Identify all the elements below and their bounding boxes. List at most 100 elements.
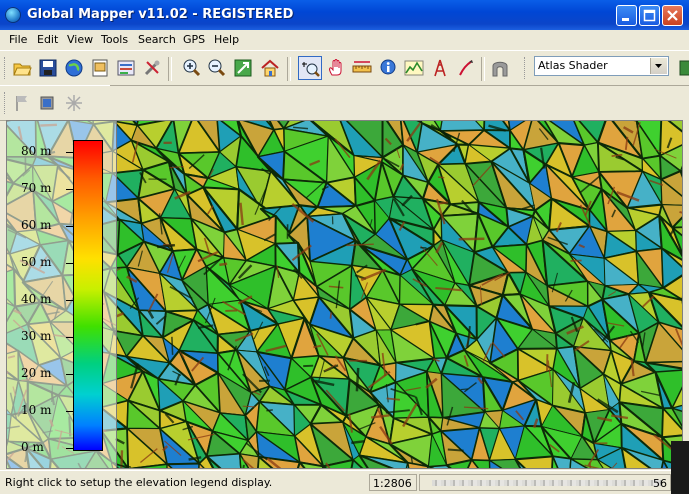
legend-label: 0 m [21, 440, 44, 454]
feature-info-icon [378, 58, 398, 78]
elevation-color-bar [73, 140, 103, 451]
legend-tick [66, 263, 73, 264]
digitizer-button[interactable] [454, 56, 478, 80]
feature-info-button[interactable] [376, 56, 400, 80]
gps-satellite-button[interactable] [62, 91, 86, 115]
shader-select[interactable]: Atlas Shader [534, 56, 669, 76]
measure-tool-button[interactable] [350, 56, 374, 80]
measure-ruler-icon [352, 58, 372, 78]
toolbar-separator [481, 57, 485, 81]
legend-tick [66, 152, 73, 153]
zoom-in-icon [182, 58, 202, 78]
chevron-down-icon [651, 58, 666, 74]
menu-file[interactable]: File [9, 33, 27, 46]
legend-label: 40 m [21, 292, 51, 306]
legend-label: 80 m [21, 144, 51, 158]
config-button[interactable] [140, 56, 164, 80]
page-setup-icon [90, 58, 110, 78]
legend-label: 30 m [21, 329, 51, 343]
globe-download-icon [64, 58, 84, 78]
save-disk-icon [38, 58, 58, 78]
toolbar-grip[interactable] [524, 57, 528, 79]
full-view-button[interactable] [231, 56, 255, 80]
close-button[interactable] [662, 5, 683, 26]
3d-view-button[interactable] [488, 56, 512, 80]
legend-tick [66, 300, 73, 301]
path-profile-button[interactable] [402, 56, 426, 80]
minimize-button[interactable] [616, 5, 637, 26]
toolbar-overflow-button[interactable] [676, 56, 689, 80]
gps-flag-icon [12, 93, 32, 113]
digitizer-icon [456, 58, 476, 78]
line-of-sight-button[interactable] [428, 56, 452, 80]
3d-view-icon [490, 58, 510, 78]
maximize-button[interactable] [639, 5, 660, 26]
page-setup-button[interactable] [88, 56, 112, 80]
toolbar-grip[interactable] [4, 57, 8, 79]
toolbar-grip[interactable] [4, 92, 8, 114]
close-icon [663, 6, 682, 25]
resize-grip[interactable] [671, 441, 689, 494]
legend-label: 20 m [21, 366, 51, 380]
home-icon [260, 58, 280, 78]
save-button[interactable] [36, 56, 60, 80]
line-of-sight-icon [430, 58, 450, 78]
overlay-control-icon [116, 58, 136, 78]
scale-pane: 1:2806 [369, 474, 417, 491]
gps-track-icon [38, 93, 58, 113]
toolbar-separator [287, 57, 291, 81]
pan-hand-icon [326, 58, 346, 78]
map-scale: 1:2806 [373, 477, 412, 490]
open-folder-icon [12, 58, 32, 78]
menu-view[interactable]: View [67, 33, 93, 46]
zoom-out-icon [207, 58, 227, 78]
window-title: Global Mapper v11.02 - REGISTERED [27, 7, 293, 22]
menu-tools[interactable]: Tools [101, 33, 128, 46]
minimize-icon [617, 6, 636, 25]
chevron-right-icon [678, 58, 689, 78]
legend-tick [66, 411, 73, 412]
home-button[interactable] [258, 56, 282, 80]
zoom-out-button[interactable] [205, 56, 229, 80]
elevation-legend[interactable]: 80 m 70 m 60 m 50 m 40 m 30 m 20 m 10 m … [7, 121, 117, 468]
gps-track-button[interactable] [36, 91, 60, 115]
menu-help[interactable]: Help [214, 33, 239, 46]
title-bar: Global Mapper v11.02 - REGISTERED [0, 0, 689, 30]
overlay-control-button[interactable] [114, 56, 138, 80]
status-message: Right click to setup the elevation legen… [5, 476, 272, 489]
zoom-in-button[interactable] [180, 56, 204, 80]
legend-label: 50 m [21, 255, 51, 269]
menu-bar: File Edit View Tools Search GPS Help [0, 30, 689, 49]
gps-flag-button[interactable] [10, 91, 34, 115]
zoom-tool-icon [301, 59, 321, 79]
legend-tick [66, 448, 73, 449]
globe-icon[interactable] [5, 7, 21, 23]
legend-label: 10 m [21, 403, 51, 417]
gps-satellite-icon [64, 93, 84, 113]
legend-tick [66, 337, 73, 338]
coordinates-pane: 56 [419, 474, 671, 491]
config-tools-icon [142, 58, 162, 78]
status-bar: Right click to setup the elevation legen… [0, 470, 689, 494]
coordinates-readout [432, 480, 662, 486]
shader-select-value: Atlas Shader [538, 59, 608, 72]
menu-search[interactable]: Search [138, 33, 176, 46]
menu-gps[interactable]: GPS [183, 33, 205, 46]
legend-label: 70 m [21, 181, 51, 195]
menu-edit[interactable]: Edit [37, 33, 58, 46]
legend-tick [66, 374, 73, 375]
legend-tick [66, 189, 73, 190]
map-viewport[interactable]: 80 m 70 m 60 m 50 m 40 m 30 m 20 m 10 m … [6, 120, 683, 469]
gps-toolbar [0, 85, 110, 121]
legend-tick [66, 226, 73, 227]
download-data-button[interactable] [62, 56, 86, 80]
toolbar-separator [168, 57, 172, 81]
maximize-icon [640, 6, 659, 25]
dropdown-button[interactable] [650, 58, 667, 74]
open-button[interactable] [10, 56, 34, 80]
zoom-tool-button[interactable] [298, 56, 322, 80]
legend-label: 60 m [21, 218, 51, 232]
pan-tool-button[interactable] [324, 56, 348, 80]
full-view-icon [233, 58, 253, 78]
path-profile-icon [404, 58, 424, 78]
